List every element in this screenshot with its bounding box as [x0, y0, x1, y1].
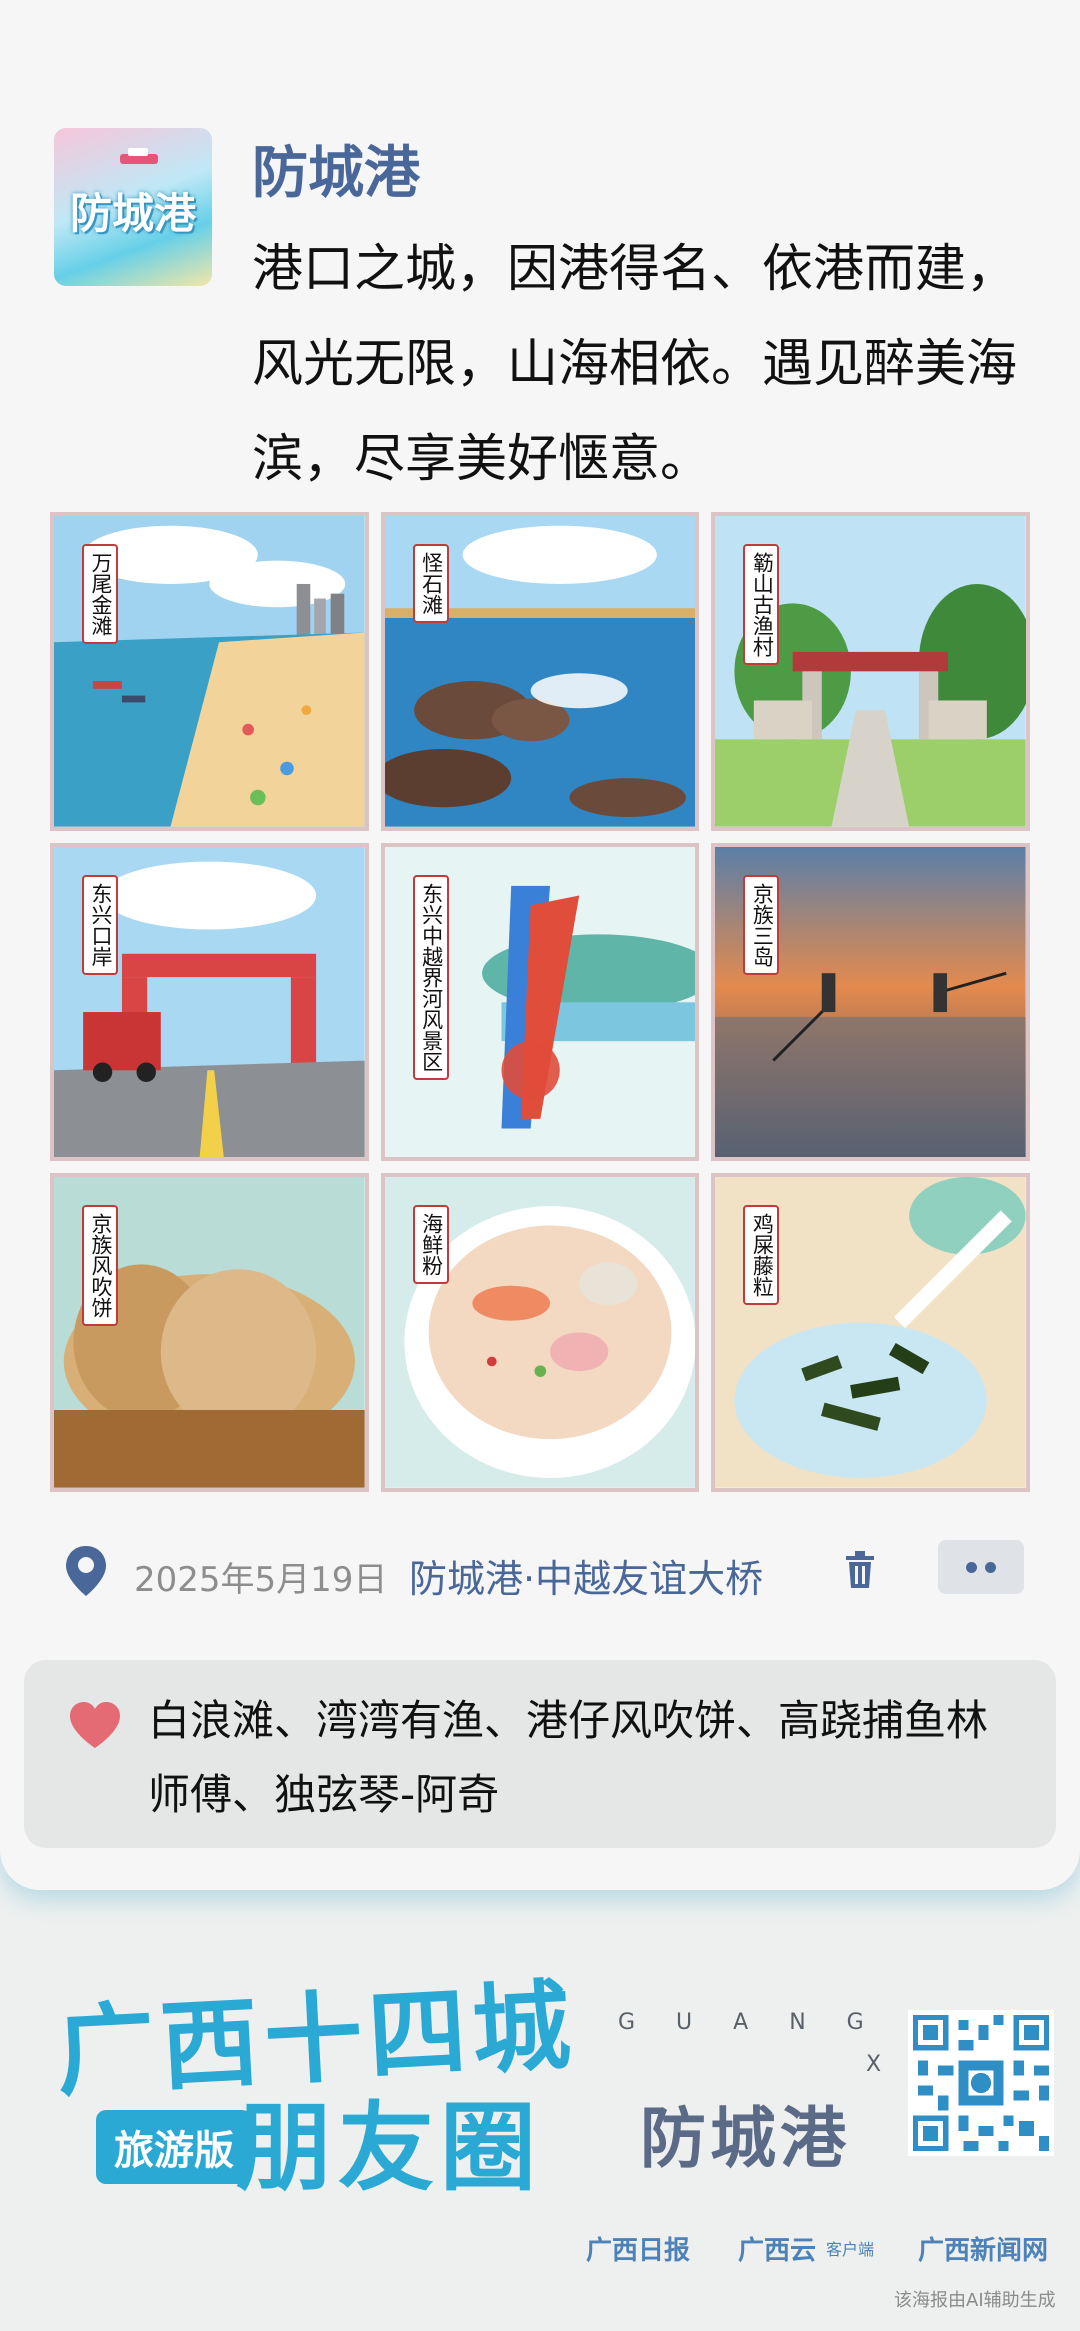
photo-tile[interactable]: 京族三岛 [711, 842, 1030, 1162]
more-options-button[interactable] [938, 1540, 1024, 1594]
qr-code[interactable] [908, 2010, 1054, 2156]
ai-disclaimer: 该海报由AI辅助生成 [894, 2290, 1056, 2311]
likes-panel: 白浪滩、湾湾有渔、港仔风吹饼、高跷捕鱼林师傅、独弦琴-阿奇 [24, 1660, 1056, 1848]
photo-grid: 万尾金滩 怪石滩 簕山古渔村 东兴口岸 东兴中越界河风景区 京族三岛 京族风吹饼… [50, 512, 1030, 1492]
photo-tile[interactable]: 簕山古渔村 [711, 512, 1030, 831]
moments-card: 防城港 防城港 港口之城，因港得名、依港而建，风光无限，山海相依。遇见醉美海滨，… [0, 0, 1080, 1890]
tile-label: 海鲜粉 [412, 1205, 449, 1285]
logo-guangxi-daily: 广西日报 [586, 2236, 691, 2266]
photo-tile[interactable]: 万尾金滩 [50, 512, 369, 831]
avatar-text: 防城港 [69, 189, 196, 238]
photo-tile[interactable]: 海鲜粉 [380, 1173, 700, 1492]
likes-names[interactable]: 白浪滩、湾湾有渔、港仔风吹饼、高跷捕鱼林师傅、独弦琴-阿奇 [148, 1684, 1028, 1832]
tile-label: 怪石滩 [412, 544, 449, 623]
post-location[interactable]: 防城港·中越友谊大桥 [409, 1548, 763, 1603]
post-author[interactable]: 防城港 [252, 128, 420, 209]
dot-icon [966, 1562, 977, 1573]
ship-icon [120, 148, 158, 164]
photo-tile[interactable]: 东兴口岸 [50, 842, 369, 1162]
logo-guangxi-cloud: 广西云 [738, 2236, 817, 2266]
photo-tile[interactable]: 怪石滩 [380, 512, 700, 831]
brand-title-line2: 朋友圈 [236, 2091, 542, 2204]
logo-guangxi-cloud-sub: 客户端 [826, 2240, 875, 2259]
tile-label: 鸡屎藤粒 [743, 1205, 780, 1306]
campaign-logo: 广西十四城 朋友圈 旅游版 [54, 1960, 616, 2220]
dot-icon [985, 1562, 996, 1573]
media-logos: 广西日报 广西云 客户端 广西新闻网 [586, 2226, 1056, 2266]
city-calligraphy: 防城港 [640, 2099, 850, 2177]
tile-label: 京族三岛 [743, 874, 780, 975]
tile-label: 万尾金滩 [82, 544, 118, 644]
heart-icon [70, 1702, 120, 1748]
logo-guangxi-news: 广西新闻网 [918, 2236, 1049, 2266]
photo-tile[interactable]: 鸡屎藤粒 [711, 1173, 1030, 1492]
tile-label: 簕山古渔村 [743, 544, 780, 665]
post-date: 2025年5月19日 [134, 1560, 388, 1600]
location-pin-icon [66, 1546, 106, 1596]
tile-label: 京族风吹饼 [82, 1205, 118, 1327]
avatar[interactable]: 防城港 [54, 128, 212, 286]
tile-label: 东兴中越界河风景区 [412, 874, 449, 1080]
post-text: 港口之城，因港得名、依港而建，风光无限，山海相依。遇见醉美海滨，尽享美好惬意。 [252, 240, 1018, 489]
edition-badge: 旅游版 [96, 2110, 252, 2184]
guangxi-lettering: GUANG [618, 2010, 905, 2035]
post-meta: 2025年5月19日 防城港·中越友谊大桥 [64, 1540, 1034, 1603]
photo-tile[interactable]: 东兴中越界河风景区 [380, 842, 700, 1162]
photo-tile[interactable]: 京族风吹饼 [50, 1173, 369, 1492]
delete-icon[interactable] [842, 1550, 878, 1590]
tile-label: 东兴口岸 [82, 874, 118, 975]
